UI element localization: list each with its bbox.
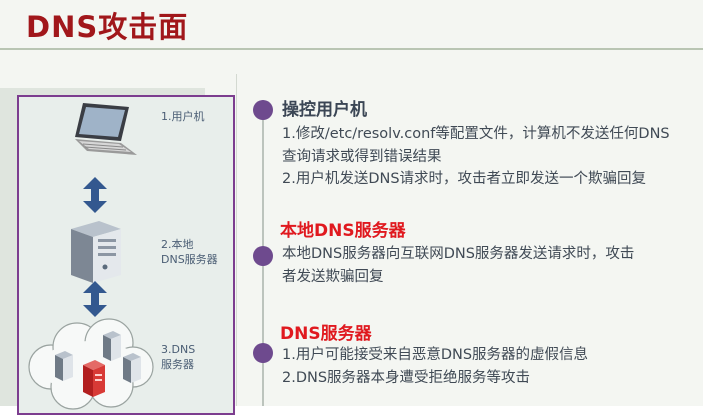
section-body-local-dns: 本地DNS服务器向互联网DNS服务器发送请求时，攻击 者发送欺骗回复	[282, 246, 635, 285]
section-heading-dns-server: DNS服务器	[280, 324, 372, 344]
dns-diagram: 1.用户机 2.本地 DNS服务器 3.DNS 服务器	[17, 95, 235, 415]
laptop-icon	[75, 103, 137, 155]
page-title: DNS攻击面	[26, 10, 189, 44]
section-body-dns-server: 1.用户可能接受来自恶意DNS服务器的虚假信息 2.DNS服务器本身遭受拒绝服务…	[282, 347, 589, 386]
cloud-servers-icon	[28, 318, 154, 410]
timeline-dot	[253, 343, 273, 363]
label-user-machine: 1.用户机	[161, 110, 205, 123]
label-local-dns: 2.本地 DNS服务器	[161, 238, 218, 266]
section-body-user-machine: 1.修改/etc/resolv.conf等配置文件，计算机不发送任何DNS 查询…	[282, 126, 670, 187]
title-divider	[0, 48, 703, 50]
label-dns-server: 3.DNS 服务器	[161, 343, 196, 371]
section-heading-local-dns: 本地DNS服务器	[280, 221, 406, 241]
timeline-dot	[253, 100, 273, 120]
column-divider	[236, 74, 237, 406]
double-arrow-icon	[83, 177, 107, 213]
server-icon	[71, 221, 121, 283]
timeline-dot	[253, 246, 273, 266]
section-heading-user-machine: 操控用户机	[282, 100, 367, 120]
